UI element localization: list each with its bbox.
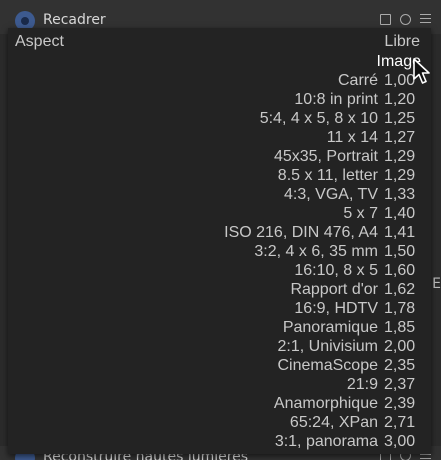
aspect-option-name: 4:3, VGA, TV	[284, 186, 378, 203]
aspect-option-name: Carré	[337, 72, 378, 89]
aspect-option-name: ISO 216, DIN 476, A4	[224, 224, 378, 241]
aspect-option-ratio: 2,00	[384, 338, 416, 355]
aspect-option-ratio: 1,33	[384, 186, 416, 203]
aspect-option-ratio: 2,37	[384, 376, 416, 393]
aspect-option-name: 5:4, 4 x 5, 8 x 10	[259, 110, 378, 127]
aspect-option[interactable]: 5:4, 4 x 5, 8 x 10 1,25	[8, 109, 421, 128]
aspect-option-name: 8.5 x 11, letter	[277, 167, 378, 184]
aspect-option-name: 65:24, XPan	[289, 414, 378, 431]
aspect-label: Aspect	[15, 33, 64, 50]
aspect-option[interactable]: Image	[8, 52, 421, 71]
aspect-option-ratio: 1,25	[384, 110, 416, 127]
aspect-option[interactable]: 11 x 14 1,27	[8, 128, 421, 147]
aspect-option-ratio: 1,29	[384, 167, 416, 184]
aspect-option-ratio: 1,78	[384, 300, 416, 317]
aspect-current-value[interactable]: Libre	[384, 33, 420, 51]
aspect-option[interactable]: 3:1, panorama 3,00	[8, 432, 421, 451]
aspect-options-list: Image Carré 1,00 10:8 in print 1,20 5:4, 4 x …	[8, 52, 421, 451]
aspect-option-name: Panoramique	[282, 319, 378, 336]
aspect-option-ratio: 2,35	[384, 357, 416, 374]
aspect-option[interactable]: 65:24, XPan 2,71	[8, 413, 421, 432]
module-title: Recadrer	[43, 12, 106, 28]
aspect-option-name: 3:2, 4 x 6, 35 mm	[254, 243, 378, 260]
aspect-dropdown-popup: Aspect Libre Image Carré 1,00 10:8 in print…	[8, 28, 431, 454]
menu-icon[interactable]	[420, 14, 431, 23]
module-controls	[380, 14, 431, 25]
aspect-option[interactable]: 16:9, HDTV 1,78	[8, 299, 421, 318]
aspect-option-ratio: 1,40	[384, 205, 416, 222]
aspect-option-ratio: 1,62	[384, 281, 416, 298]
aspect-option-ratio: 1,60	[384, 262, 416, 279]
aspect-option-ratio: 1,41	[384, 224, 416, 241]
aspect-option-ratio: 3,00	[384, 433, 416, 450]
aspect-option[interactable]: Rapport d'or 1,62	[8, 280, 421, 299]
aspect-option-name: CinemaScope	[277, 357, 379, 374]
aspect-option[interactable]: 2:1, Univisium 2,00	[8, 337, 421, 356]
aspect-option-name: 45x35, Portrait	[273, 148, 378, 165]
aspect-option-name: 3:1, panorama	[274, 433, 378, 450]
aspect-option-ratio: 1,27	[384, 129, 416, 146]
aspect-option-ratio: 1,29	[384, 148, 416, 165]
aspect-option-name: 2:1, Univisium	[277, 338, 378, 355]
aspect-option-ratio: 2,71	[384, 414, 416, 431]
aspect-option[interactable]: 21:9 2,37	[8, 375, 421, 394]
reset-icon[interactable]	[400, 14, 411, 25]
aspect-option[interactable]: 10:8 in print 1,20	[8, 90, 421, 109]
aspect-option[interactable]: 8.5 x 11, letter 1,29	[8, 166, 421, 185]
aspect-option[interactable]: 3:2, 4 x 6, 35 mm 1,50	[8, 242, 421, 261]
side-label: E	[432, 276, 441, 292]
aspect-option[interactable]: 5 x 7 1,40	[8, 204, 421, 223]
aspect-option[interactable]: Panoramique 1,85	[8, 318, 421, 337]
aspect-option-name: 21:9	[346, 376, 378, 393]
aspect-option[interactable]: CinemaScope 2,35	[8, 356, 421, 375]
aspect-option[interactable]: Anamorphique 2,39	[8, 394, 421, 413]
aspect-option-name: 16:10, 8 x 5	[294, 262, 378, 279]
aspect-option[interactable]: Carré 1,00	[8, 71, 421, 90]
aspect-option-name: 16:9, HDTV	[294, 300, 378, 317]
mouse-cursor-icon	[413, 58, 430, 84]
aspect-option[interactable]: 4:3, VGA, TV 1,33	[8, 185, 421, 204]
aspect-option-name: 5 x 7	[343, 205, 378, 222]
aspect-option[interactable]: ISO 216, DIN 476, A4 1,41	[8, 223, 421, 242]
aspect-option-name: 11 x 14	[326, 129, 378, 146]
aspect-option-ratio: 2,39	[384, 395, 416, 412]
aspect-option-ratio: 1,85	[384, 319, 416, 336]
aspect-option[interactable]: 45x35, Portrait 1,29	[8, 147, 421, 166]
aspect-option-name: Rapport d'or	[290, 281, 378, 298]
aspect-option-name: 10:8 in print	[294, 91, 378, 108]
aspect-option-ratio: 1,50	[384, 243, 416, 260]
aspect-option-ratio: 1,20	[384, 91, 416, 108]
aspect-option-name: Anamorphique	[273, 395, 378, 412]
aspect-option[interactable]: 16:10, 8 x 5 1,60	[8, 261, 421, 280]
presets-icon[interactable]	[380, 14, 391, 25]
darkroom-panel: Recadrer E Reconstruire hautes lumières …	[0, 0, 441, 460]
